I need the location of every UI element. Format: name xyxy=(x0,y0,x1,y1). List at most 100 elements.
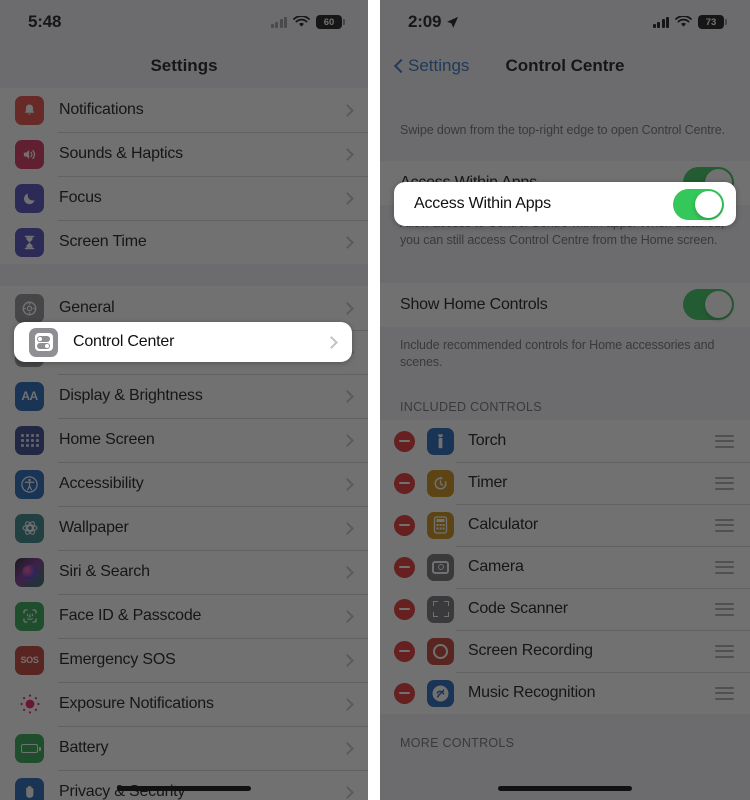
sidebar-item-label: Display & Brightness xyxy=(59,387,203,404)
wallpaper-icon xyxy=(15,513,44,543)
screenshot-stage: 5:48 60 Settings Notifications Sounds & … xyxy=(0,0,750,800)
minus-circle-icon[interactable] xyxy=(394,598,415,620)
settings-scroll-area[interactable]: Notifications Sounds & Haptics Focus Scr… xyxy=(0,88,368,800)
minus-circle-icon[interactable] xyxy=(394,640,415,662)
sidebar-item-home-screen[interactable]: Home Screen xyxy=(0,418,368,462)
chevron-right-icon xyxy=(341,741,354,755)
home-indicator xyxy=(117,786,251,791)
minus-circle-icon[interactable] xyxy=(394,514,415,536)
sidebar-item-privacy-security[interactable]: Privacy & Security xyxy=(0,770,368,800)
highlighted-access-toggle[interactable] xyxy=(673,188,724,220)
calculator-icon xyxy=(427,511,454,539)
minus-circle-icon[interactable] xyxy=(394,472,415,494)
show-home-controls-row[interactable]: Show Home Controls xyxy=(380,282,750,327)
privacy-security-hand-icon xyxy=(15,777,44,800)
left-phone-panel: 5:48 60 Settings Notifications Sounds & … xyxy=(0,0,368,800)
sidebar-item-label: Screen Time xyxy=(59,233,147,250)
show-home-controls-toggle[interactable] xyxy=(683,289,734,321)
highlighted-control-center-row[interactable]: Control Center xyxy=(14,322,352,362)
screen-recording-icon xyxy=(427,637,454,665)
wifi-icon xyxy=(293,16,310,27)
code-scanner-icon xyxy=(427,595,454,623)
sidebar-item-label: Notifications xyxy=(59,101,144,118)
reorder-grip-icon[interactable] xyxy=(715,686,734,700)
list-item[interactable]: Camera xyxy=(380,546,750,589)
minus-circle-icon[interactable] xyxy=(394,682,415,704)
sidebar-item-focus[interactable]: Focus xyxy=(0,176,368,220)
reorder-grip-icon[interactable] xyxy=(715,602,734,616)
page-title: Settings xyxy=(150,56,218,75)
list-item[interactable]: Screen Recording xyxy=(380,630,750,673)
settings-group-1: Notifications Sounds & Haptics Focus Scr… xyxy=(0,88,368,264)
minus-circle-icon[interactable] xyxy=(394,556,415,578)
reorder-grip-icon[interactable] xyxy=(715,476,734,490)
chevron-right-icon xyxy=(341,235,354,249)
list-item[interactable]: Calculator xyxy=(380,504,750,547)
left-nav-bar: Settings xyxy=(0,44,368,88)
chevron-right-icon xyxy=(341,697,354,711)
sidebar-item-exposure-notifications[interactable]: Exposure Notifications xyxy=(0,682,368,726)
battery-indicator: 73 xyxy=(698,15,727,29)
sidebar-item-label: Emergency SOS xyxy=(59,651,176,668)
more-controls-header: MORE CONTROLS xyxy=(400,736,515,751)
sidebar-item-display-brightness[interactable]: AA Display & Brightness xyxy=(0,374,368,418)
cellular-bars-icon xyxy=(652,16,669,28)
chevron-right-icon xyxy=(341,785,354,799)
list-item-label: Music Recognition xyxy=(468,684,596,702)
sidebar-item-accessibility[interactable]: Accessibility xyxy=(0,462,368,506)
list-item[interactable]: Music Recognition xyxy=(380,672,750,715)
sidebar-item-emergency-sos[interactable]: SOS Emergency SOS xyxy=(0,638,368,682)
chevron-right-icon xyxy=(341,477,354,491)
included-controls-list: Torch Timer Calculator Camera Code Scann… xyxy=(380,420,750,715)
sidebar-item-notifications[interactable]: Notifications xyxy=(0,88,368,132)
minus-circle-icon[interactable] xyxy=(394,430,415,452)
display-brightness-icon: AA xyxy=(15,381,44,411)
sidebar-item-label: Sounds & Haptics xyxy=(59,145,183,162)
list-item-label: Camera xyxy=(468,558,524,576)
list-item[interactable]: Torch xyxy=(380,420,750,463)
sidebar-item-screen-time[interactable]: Screen Time xyxy=(0,220,368,264)
list-item[interactable]: Timer xyxy=(380,462,750,505)
sidebar-item-label: Home Screen xyxy=(59,431,155,448)
list-item[interactable]: Code Scanner xyxy=(380,588,750,631)
list-item-label: Calculator xyxy=(468,516,539,534)
sidebar-item-label: Battery xyxy=(59,739,109,756)
panel-divider xyxy=(368,0,380,800)
sidebar-item-wallpaper[interactable]: Wallpaper xyxy=(0,506,368,550)
chevron-right-icon xyxy=(341,433,354,447)
highlighted-row-label: Control Center xyxy=(73,333,175,350)
wifi-icon xyxy=(675,16,692,27)
left-status-time: 5:48 xyxy=(28,12,62,31)
accessibility-icon xyxy=(15,469,44,499)
left-status-indicators: 60 xyxy=(270,15,345,29)
sounds-haptics-icon xyxy=(15,139,44,169)
highlighted-access-within-apps-row[interactable]: Access Within Apps xyxy=(394,182,736,226)
sidebar-item-face-id-passcode[interactable]: Face ID & Passcode xyxy=(0,594,368,638)
home-screen-icon xyxy=(15,425,44,455)
chevron-right-icon xyxy=(341,301,354,315)
exposure-notifications-icon xyxy=(15,689,44,719)
sidebar-item-battery[interactable]: Battery xyxy=(0,726,368,770)
list-item-label: Code Scanner xyxy=(468,600,568,618)
reorder-grip-icon[interactable] xyxy=(715,560,734,574)
right-nav-bar: Settings Control Centre xyxy=(380,44,750,88)
list-item-label: Timer xyxy=(468,474,508,492)
chevron-right-icon xyxy=(341,609,354,623)
right-status-indicators: 73 xyxy=(652,15,727,29)
reorder-grip-icon[interactable] xyxy=(715,434,734,448)
home-controls-footnote: Include recommended controls for Home ac… xyxy=(400,337,715,369)
control-center-icon xyxy=(29,327,58,357)
page-title: Control Centre xyxy=(505,56,625,75)
reorder-grip-icon[interactable] xyxy=(715,644,734,658)
right-phone-panel: 2:09 73 Settings Control Centre Swipe do… xyxy=(380,0,750,800)
focus-moon-icon xyxy=(15,183,44,213)
home-indicator xyxy=(498,786,632,791)
sidebar-item-siri-search[interactable]: Siri & Search xyxy=(0,550,368,594)
sidebar-item-sounds-haptics[interactable]: Sounds & Haptics xyxy=(0,132,368,176)
reorder-grip-icon[interactable] xyxy=(715,518,734,532)
right-status-time: 2:09 xyxy=(408,12,459,32)
general-gear-icon xyxy=(15,293,44,323)
sidebar-item-label: General xyxy=(59,299,115,316)
list-item-label: Screen Recording xyxy=(468,642,593,660)
notifications-bell-icon xyxy=(15,95,44,125)
